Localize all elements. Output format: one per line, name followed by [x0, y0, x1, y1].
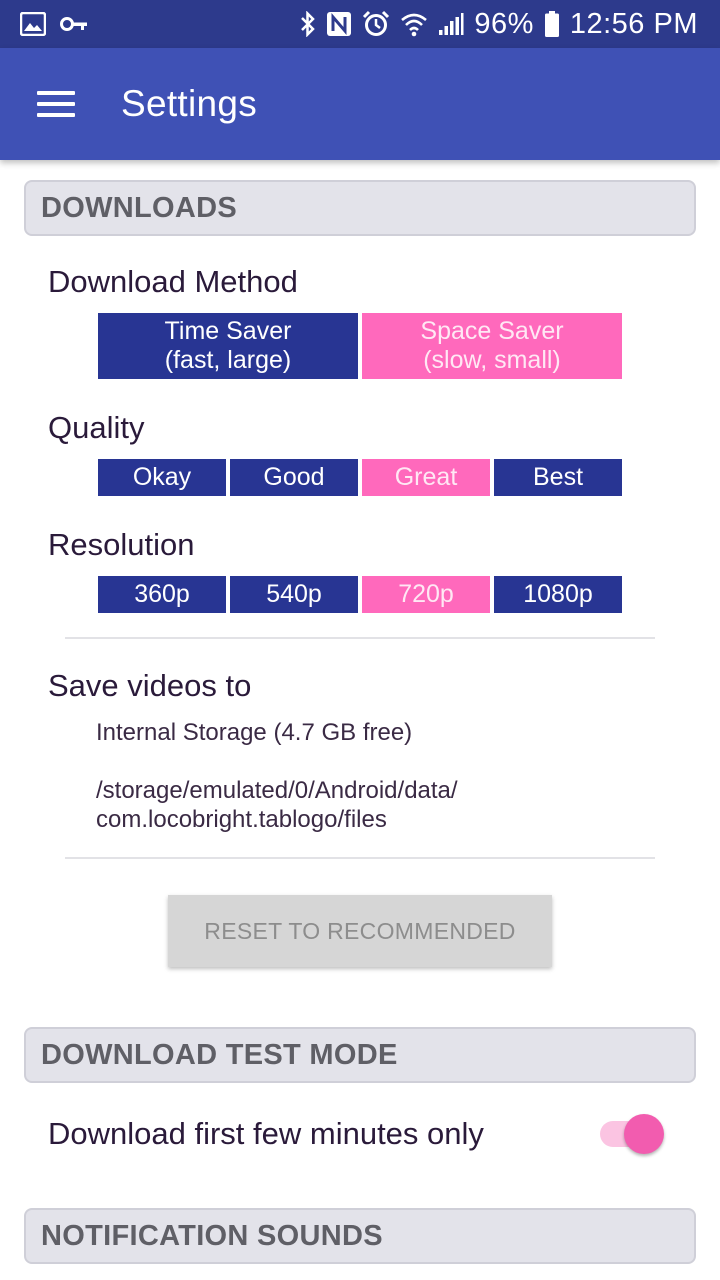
clock: 12:56 PM: [569, 7, 698, 40]
time-saver-subtitle: (fast, large): [164, 346, 292, 374]
download-method-time-saver[interactable]: Time Saver (fast, large): [98, 313, 358, 379]
storage-path-line-1: /storage/emulated/0/Android/data/: [96, 777, 458, 804]
battery-percent: 96%: [474, 7, 534, 40]
download-method-space-saver[interactable]: Space Saver (slow, small): [362, 313, 622, 379]
save-videos-label: Save videos to: [48, 668, 252, 703]
quality-option-great[interactable]: Great: [362, 459, 490, 496]
section-header-notification-sounds: NOTIFICATION SOUNDS: [24, 1208, 696, 1264]
hamburger-menu-icon[interactable]: [37, 90, 77, 118]
storage-path-line-2: com.locobright.tablogo/files: [96, 806, 387, 833]
resolution-label: Resolution: [48, 527, 195, 562]
divider: [65, 637, 655, 639]
quality-label: Quality: [48, 410, 145, 445]
toggle-thumb: [624, 1114, 664, 1154]
section-header-download-test-mode: DOWNLOAD TEST MODE: [24, 1027, 696, 1083]
wifi-icon: [400, 11, 428, 37]
quality-option-okay[interactable]: Okay: [98, 459, 226, 496]
key-icon: [60, 15, 88, 33]
space-saver-subtitle: (slow, small): [423, 346, 561, 374]
reset-to-recommended-button[interactable]: RESET TO RECOMMENDED: [168, 895, 552, 967]
download-method-label: Download Method: [48, 264, 298, 299]
quality-option-good[interactable]: Good: [230, 459, 358, 496]
resolution-option-1080p[interactable]: 1080p: [494, 576, 622, 613]
status-bar: 96% 12:56 PM: [0, 0, 720, 48]
resolution-selector: 360p 540p 720p 1080p: [98, 576, 622, 613]
section-header-downloads: DOWNLOADS: [24, 180, 696, 236]
storage-location[interactable]: Internal Storage (4.7 GB free): [96, 718, 412, 747]
image-icon: [20, 12, 46, 36]
divider: [65, 857, 655, 859]
resolution-option-720p[interactable]: 720p: [362, 576, 490, 613]
quality-selector: Okay Good Great Best: [98, 459, 622, 496]
app-bar: Settings: [0, 48, 720, 160]
quality-option-best[interactable]: Best: [494, 459, 622, 496]
download-first-minutes-toggle[interactable]: [598, 1112, 666, 1156]
download-method-selector: Time Saver (fast, large) Space Saver (sl…: [98, 313, 622, 379]
resolution-option-360p[interactable]: 360p: [98, 576, 226, 613]
resolution-option-540p[interactable]: 540p: [230, 576, 358, 613]
time-saver-title: Time Saver: [164, 317, 292, 345]
download-first-minutes-label: Download first few minutes only: [48, 1116, 484, 1151]
space-saver-title: Space Saver: [420, 317, 564, 345]
battery-icon: [544, 10, 560, 38]
bluetooth-icon: [300, 11, 316, 37]
alarm-icon: [362, 10, 390, 38]
storage-path: /storage/emulated/0/Android/data/ com.lo…: [96, 776, 458, 834]
nfc-icon: [326, 11, 352, 37]
page-title: Settings: [121, 83, 258, 124]
signal-icon: [438, 12, 464, 36]
